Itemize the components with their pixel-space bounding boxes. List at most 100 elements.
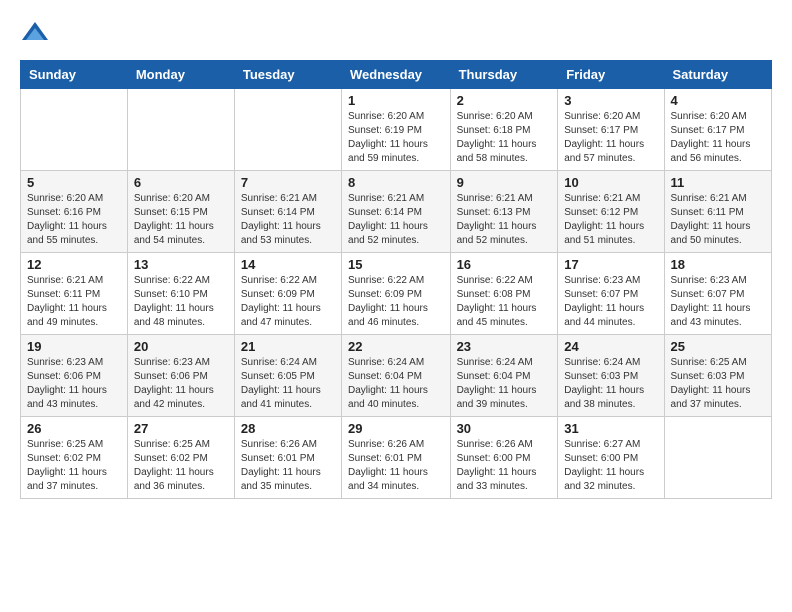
day-number: 28: [241, 421, 335, 436]
header-tuesday: Tuesday: [234, 61, 341, 89]
calendar-cell: 1 Sunrise: 6:20 AM Sunset: 6:19 PM Daylig…: [342, 89, 451, 171]
calendar-cell: [234, 89, 341, 171]
day-number: 31: [564, 421, 657, 436]
day-info: Sunrise: 6:22 AM Sunset: 6:09 PM Dayligh…: [241, 274, 335, 330]
day-number: 8: [348, 175, 444, 190]
day-number: 1: [348, 93, 444, 108]
day-info: Sunrise: 6:20 AM Sunset: 6:16 PM Dayligh…: [27, 192, 121, 248]
day-info: Sunrise: 6:20 AM Sunset: 6:15 PM Dayligh…: [134, 192, 228, 248]
calendar-cell: 3 Sunrise: 6:20 AM Sunset: 6:17 PM Daylig…: [558, 89, 664, 171]
day-number: 6: [134, 175, 228, 190]
day-info: Sunrise: 6:25 AM Sunset: 6:03 PM Dayligh…: [671, 356, 765, 412]
day-info: Sunrise: 6:23 AM Sunset: 6:07 PM Dayligh…: [671, 274, 765, 330]
day-number: 27: [134, 421, 228, 436]
day-number: 25: [671, 339, 765, 354]
calendar-cell: 9 Sunrise: 6:21 AM Sunset: 6:13 PM Daylig…: [450, 171, 558, 253]
day-number: 4: [671, 93, 765, 108]
day-number: 3: [564, 93, 657, 108]
day-info: Sunrise: 6:20 AM Sunset: 6:17 PM Dayligh…: [671, 110, 765, 166]
calendar-cell: 20 Sunrise: 6:23 AM Sunset: 6:06 PM Dayli…: [127, 335, 234, 417]
day-number: 24: [564, 339, 657, 354]
calendar-week-1: 1 Sunrise: 6:20 AM Sunset: 6:19 PM Daylig…: [21, 89, 772, 171]
day-info: Sunrise: 6:22 AM Sunset: 6:10 PM Dayligh…: [134, 274, 228, 330]
day-number: 26: [27, 421, 121, 436]
calendar-cell: 7Sunrise: 6:21 AM Sunset: 6:14 PM Daylig…: [234, 171, 341, 253]
day-number: 5: [27, 175, 121, 190]
day-number: 15: [348, 257, 444, 272]
day-info: Sunrise: 6:24 AM Sunset: 6:04 PM Dayligh…: [457, 356, 552, 412]
day-number: 14: [241, 257, 335, 272]
day-info: Sunrise: 6:21 AM Sunset: 6:12 PM Dayligh…: [564, 192, 657, 248]
calendar-cell: 27 Sunrise: 6:25 AM Sunset: 6:02 PM Dayli…: [127, 417, 234, 499]
day-info: Sunrise: 6:23 AM Sunset: 6:07 PM Dayligh…: [564, 274, 657, 330]
calendar-cell: 30 Sunrise: 6:26 AM Sunset: 6:00 PM Dayli…: [450, 417, 558, 499]
logo: [20, 20, 54, 50]
calendar-cell: 28Sunrise: 6:26 AM Sunset: 6:01 PM Dayli…: [234, 417, 341, 499]
calendar-cell: 4 Sunrise: 6:20 AM Sunset: 6:17 PM Daylig…: [664, 89, 771, 171]
calendar-cell: 13 Sunrise: 6:22 AM Sunset: 6:10 PM Dayli…: [127, 253, 234, 335]
day-info: Sunrise: 6:20 AM Sunset: 6:19 PM Dayligh…: [348, 110, 444, 166]
header-saturday: Saturday: [664, 61, 771, 89]
day-info: Sunrise: 6:21 AM Sunset: 6:11 PM Dayligh…: [671, 192, 765, 248]
calendar-cell: [127, 89, 234, 171]
day-info: Sunrise: 6:23 AM Sunset: 6:06 PM Dayligh…: [134, 356, 228, 412]
day-number: 7: [241, 175, 335, 190]
day-number: 29: [348, 421, 444, 436]
day-number: 2: [457, 93, 552, 108]
day-info: Sunrise: 6:20 AM Sunset: 6:17 PM Dayligh…: [564, 110, 657, 166]
calendar-week-5: 26 Sunrise: 6:25 AM Sunset: 6:02 PM Dayli…: [21, 417, 772, 499]
day-number: 17: [564, 257, 657, 272]
calendar-week-2: 5 Sunrise: 6:20 AM Sunset: 6:16 PM Daylig…: [21, 171, 772, 253]
calendar-cell: 25 Sunrise: 6:25 AM Sunset: 6:03 PM Dayli…: [664, 335, 771, 417]
calendar-cell: 31 Sunrise: 6:27 AM Sunset: 6:00 PM Dayli…: [558, 417, 664, 499]
day-info: Sunrise: 6:22 AM Sunset: 6:08 PM Dayligh…: [457, 274, 552, 330]
day-number: 22: [348, 339, 444, 354]
day-number: 23: [457, 339, 552, 354]
day-number: 10: [564, 175, 657, 190]
day-info: Sunrise: 6:23 AM Sunset: 6:06 PM Dayligh…: [27, 356, 121, 412]
calendar-cell: 16 Sunrise: 6:22 AM Sunset: 6:08 PM Dayli…: [450, 253, 558, 335]
day-info: Sunrise: 6:21 AM Sunset: 6:14 PM Dayligh…: [348, 192, 444, 248]
day-number: 30: [457, 421, 552, 436]
calendar-cell: 26 Sunrise: 6:25 AM Sunset: 6:02 PM Dayli…: [21, 417, 128, 499]
header-thursday: Thursday: [450, 61, 558, 89]
day-info: Sunrise: 6:22 AM Sunset: 6:09 PM Dayligh…: [348, 274, 444, 330]
day-info: Sunrise: 6:24 AM Sunset: 6:04 PM Dayligh…: [348, 356, 444, 412]
day-number: 11: [671, 175, 765, 190]
calendar-cell: 29Sunrise: 6:26 AM Sunset: 6:01 PM Dayli…: [342, 417, 451, 499]
day-number: 19: [27, 339, 121, 354]
day-info: Sunrise: 6:27 AM Sunset: 6:00 PM Dayligh…: [564, 438, 657, 494]
calendar-header-row: SundayMondayTuesdayWednesdayThursdayFrid…: [21, 61, 772, 89]
calendar-cell: 2 Sunrise: 6:20 AM Sunset: 6:18 PM Daylig…: [450, 89, 558, 171]
calendar-cell: 18 Sunrise: 6:23 AM Sunset: 6:07 PM Dayli…: [664, 253, 771, 335]
day-info: Sunrise: 6:24 AM Sunset: 6:03 PM Dayligh…: [564, 356, 657, 412]
day-info: Sunrise: 6:21 AM Sunset: 6:13 PM Dayligh…: [457, 192, 552, 248]
calendar-cell: 17 Sunrise: 6:23 AM Sunset: 6:07 PM Dayli…: [558, 253, 664, 335]
header-sunday: Sunday: [21, 61, 128, 89]
day-number: 9: [457, 175, 552, 190]
day-number: 12: [27, 257, 121, 272]
day-info: Sunrise: 6:25 AM Sunset: 6:02 PM Dayligh…: [134, 438, 228, 494]
header-friday: Friday: [558, 61, 664, 89]
day-number: 16: [457, 257, 552, 272]
day-info: Sunrise: 6:21 AM Sunset: 6:11 PM Dayligh…: [27, 274, 121, 330]
calendar-cell: 10 Sunrise: 6:21 AM Sunset: 6:12 PM Dayli…: [558, 171, 664, 253]
logo-icon: [20, 20, 50, 50]
calendar-cell: 23 Sunrise: 6:24 AM Sunset: 6:04 PM Dayli…: [450, 335, 558, 417]
day-number: 18: [671, 257, 765, 272]
day-info: Sunrise: 6:25 AM Sunset: 6:02 PM Dayligh…: [27, 438, 121, 494]
calendar-table: SundayMondayTuesdayWednesdayThursdayFrid…: [20, 60, 772, 499]
day-number: 20: [134, 339, 228, 354]
day-info: Sunrise: 6:26 AM Sunset: 6:00 PM Dayligh…: [457, 438, 552, 494]
day-info: Sunrise: 6:24 AM Sunset: 6:05 PM Dayligh…: [241, 356, 335, 412]
calendar-cell: 22 Sunrise: 6:24 AM Sunset: 6:04 PM Dayli…: [342, 335, 451, 417]
calendar-cell: 15 Sunrise: 6:22 AM Sunset: 6:09 PM Dayli…: [342, 253, 451, 335]
day-number: 13: [134, 257, 228, 272]
day-info: Sunrise: 6:20 AM Sunset: 6:18 PM Dayligh…: [457, 110, 552, 166]
calendar-cell: 5 Sunrise: 6:20 AM Sunset: 6:16 PM Daylig…: [21, 171, 128, 253]
calendar-week-4: 19 Sunrise: 6:23 AM Sunset: 6:06 PM Dayli…: [21, 335, 772, 417]
calendar-cell: [664, 417, 771, 499]
calendar-cell: 11 Sunrise: 6:21 AM Sunset: 6:11 PM Dayli…: [664, 171, 771, 253]
calendar-cell: 6 Sunrise: 6:20 AM Sunset: 6:15 PM Daylig…: [127, 171, 234, 253]
header-monday: Monday: [127, 61, 234, 89]
